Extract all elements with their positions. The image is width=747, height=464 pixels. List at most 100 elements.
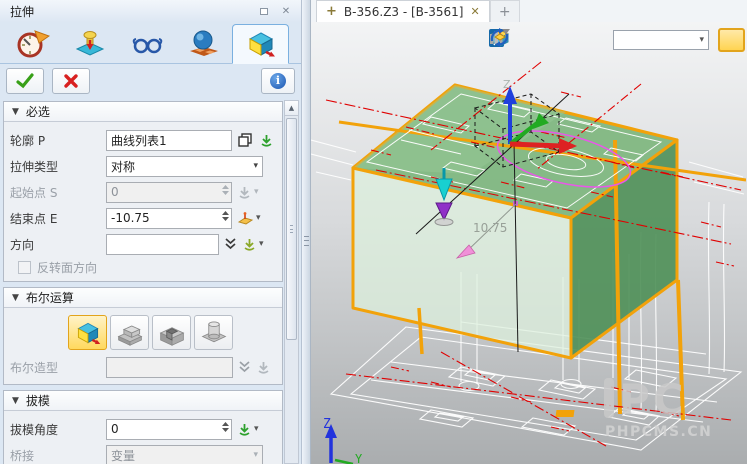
- document-tab[interactable]: + B-356.Z3 - [B-3561] ✕: [316, 0, 490, 22]
- info-icon: i: [270, 73, 286, 89]
- splitter-grip-icon: [304, 236, 309, 246]
- axis-indicator: Z Y: [323, 417, 363, 464]
- apply-arrow-disabled-icon: ▾: [237, 185, 259, 200]
- profile-input[interactable]: [106, 130, 232, 151]
- tab-extrude[interactable]: [232, 24, 289, 64]
- pick-list-icon[interactable]: [237, 132, 254, 148]
- boolean-union-button[interactable]: [110, 315, 149, 350]
- combo-dropdown-icon[interactable]: ▾: [699, 35, 708, 45]
- tab-plus-icon: +: [326, 4, 337, 19]
- apply-arrow-icon[interactable]: ▾: [237, 422, 259, 437]
- close-button[interactable]: ✕: [277, 4, 295, 18]
- direction-input[interactable]: [106, 234, 219, 255]
- section-boolean-header[interactable]: ▼ 布尔运算: [4, 288, 282, 308]
- scroll-up-button[interactable]: ▲: [285, 101, 298, 116]
- application-window: 拉伸 ✕: [0, 0, 747, 464]
- field-extrude-type: 拉伸类型 ▾: [10, 154, 276, 178]
- section-boolean-title: 布尔运算: [26, 289, 74, 306]
- dropdown-icon: ▾: [249, 161, 262, 171]
- x-axis-arrow[interactable]: [510, 144, 561, 146]
- extrude-preview-box[interactable]: [339, 85, 746, 420]
- tab-gauge[interactable]: [4, 24, 61, 64]
- boolean-intersect-button[interactable]: [194, 315, 233, 350]
- show-target-button[interactable]: [551, 29, 573, 51]
- dimension-label: 10.75: [473, 221, 507, 235]
- dropdown-disabled-icon: ▾: [249, 450, 262, 460]
- spinner-icon: [222, 185, 229, 195]
- document-tab-title: B-356.Z3 - [B-3561]: [344, 5, 464, 19]
- collapse-icon: ▼: [12, 107, 19, 117]
- direction-label: 方向: [10, 236, 106, 253]
- expand-chevrons-icon[interactable]: [224, 237, 237, 251]
- info-button[interactable]: i: [261, 68, 295, 94]
- field-draft-angle: 拔模角度: [10, 417, 276, 441]
- form-scrollbar[interactable]: ▲: [284, 100, 299, 464]
- document-tabbar: + B-356.Z3 - [B-3561] ✕ +: [311, 0, 747, 22]
- axis-y-label: Y: [355, 452, 363, 464]
- offset-hand-icon[interactable]: ▾: [237, 211, 261, 226]
- collapse-icon: ▼: [12, 293, 19, 303]
- spinner-icon[interactable]: [222, 211, 229, 221]
- model-scene[interactable]: Z 10.75: [311, 22, 746, 464]
- field-flip-face: 反转面方向: [10, 258, 276, 276]
- dialog-title: 拉伸: [10, 3, 251, 20]
- apply-arrow-icon[interactable]: [259, 133, 274, 148]
- flip-face-label: 反转面方向: [37, 259, 97, 276]
- glasses-icon: [130, 28, 164, 60]
- intersect-icon: [199, 319, 229, 347]
- field-start-point: 起始点 S: [10, 180, 276, 204]
- start-point-label: 起始点 S: [10, 184, 106, 201]
- model-canvas[interactable]: ▾: [311, 22, 747, 464]
- extrude-type-select[interactable]: ▾: [106, 156, 263, 177]
- end-point-label: 结束点 E: [10, 210, 106, 227]
- new-tab-button[interactable]: +: [490, 0, 520, 22]
- watermark-text: PHPCMS.CN: [605, 424, 712, 440]
- thumb-grip-icon: [290, 225, 293, 233]
- draft-angle-input[interactable]: [106, 419, 232, 440]
- erase-button[interactable]: [520, 29, 542, 51]
- watermark-logo: PC: [619, 375, 687, 424]
- tab-sphere[interactable]: [175, 24, 232, 64]
- restore-button[interactable]: [255, 4, 273, 18]
- feature-tabstrip: [0, 22, 301, 64]
- apply-arrow-disabled-icon: [256, 360, 271, 375]
- restore-icon: [260, 8, 268, 15]
- tab-close-icon[interactable]: ✕: [470, 5, 479, 18]
- section-required: ▼ 必选 轮廓 P: [3, 101, 283, 282]
- bridge-select: ▾: [106, 445, 263, 464]
- boolean-shape-label: 布尔造型: [10, 359, 106, 376]
- ok-button[interactable]: [6, 68, 44, 94]
- field-bridge: 桥接 ▾: [10, 443, 276, 464]
- spinner-icon[interactable]: [222, 422, 229, 432]
- check-icon: [16, 73, 34, 89]
- scrollbar-thumb[interactable]: [286, 118, 297, 340]
- expand-chevrons-disabled-icon: [238, 360, 251, 374]
- tab-glasses[interactable]: [118, 24, 175, 64]
- field-end-point: 结束点 E: [10, 206, 276, 230]
- section-draft: ▼ 拔模 拔模角度: [3, 390, 283, 464]
- base-solid-icon: [73, 319, 103, 347]
- extrude-box-icon: [244, 28, 278, 60]
- field-direction: 方向: [10, 232, 276, 256]
- bridge-label: 桥接: [10, 447, 106, 464]
- dialog-actions: i: [0, 64, 301, 97]
- panel-splitter[interactable]: [302, 0, 311, 464]
- auto-rotate-view-button[interactable]: [718, 28, 745, 52]
- start-point-input: [106, 182, 232, 203]
- tab-stamp[interactable]: [61, 24, 118, 64]
- section-required-header[interactable]: ▼ 必选: [4, 102, 282, 122]
- pillar-foot: [555, 410, 574, 417]
- dialog-titlebar[interactable]: 拉伸 ✕: [0, 0, 301, 22]
- section-draft-header[interactable]: ▼ 拔模: [4, 391, 282, 411]
- sphere-icon: [187, 28, 221, 60]
- union-icon: [115, 319, 145, 347]
- rotate-view-icon: [489, 28, 510, 47]
- boolean-subtract-button[interactable]: [152, 315, 191, 350]
- flip-face-checkbox[interactable]: [18, 261, 31, 274]
- filter-button[interactable]: [582, 29, 604, 51]
- view-combo[interactable]: ▾: [613, 30, 709, 50]
- boolean-base-button[interactable]: [68, 315, 107, 350]
- apply-arrow-icon[interactable]: ▾: [242, 237, 264, 252]
- end-point-input[interactable]: [106, 208, 232, 229]
- cancel-button[interactable]: [52, 68, 90, 94]
